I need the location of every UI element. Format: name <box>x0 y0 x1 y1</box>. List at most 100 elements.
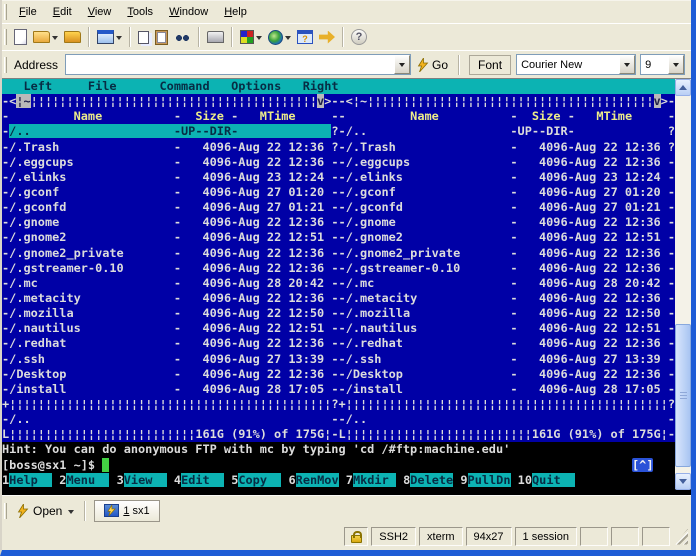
file-name[interactable]: /Desktop <box>9 367 66 381</box>
fkey-edit[interactable]: Edit <box>181 472 225 487</box>
address-combobox[interactable] <box>65 54 412 75</box>
print-button[interactable] <box>205 29 226 45</box>
file-name[interactable]: /.mozilla <box>346 306 410 320</box>
file-name[interactable]: /.ssh <box>9 352 45 366</box>
font-combobox[interactable]: Courier New <box>516 54 637 75</box>
file-name[interactable]: /.ssh <box>346 352 382 366</box>
find-button[interactable] <box>172 30 193 45</box>
file-name[interactable]: /.metacity <box>9 291 81 305</box>
colors-button[interactable] <box>238 28 264 46</box>
new-session-button[interactable] <box>12 27 29 47</box>
file-name[interactable]: /.gnome2 <box>346 230 403 244</box>
toolbar-gripper[interactable] <box>4 502 7 519</box>
copy-button[interactable] <box>136 29 151 46</box>
scroll-up-button[interactable] <box>675 79 691 96</box>
menu-item-view[interactable]: View <box>80 3 120 21</box>
file-name[interactable]: /.elinks <box>9 170 66 184</box>
file-name[interactable]: /.gconfd <box>346 200 403 214</box>
menu-item-help[interactable]: Help <box>216 3 255 21</box>
open-session-button[interactable] <box>62 29 83 45</box>
file-name[interactable]: /.nautilus <box>346 321 418 335</box>
file-name[interactable]: /.nautilus <box>9 321 81 335</box>
go-button[interactable]: Go <box>411 56 454 74</box>
file-up-dir[interactable]: /.. <box>346 124 367 138</box>
file-name[interactable]: /.gnome2_private <box>9 246 124 260</box>
file-name[interactable]: /.mc <box>9 276 38 290</box>
mc-menu-right[interactable]: Right <box>303 79 339 93</box>
mc-menu-left[interactable]: Left <box>23 79 52 93</box>
panels-toggle-badge[interactable]: [^] <box>632 457 654 472</box>
panel-history-back[interactable]: -< <box>339 94 353 108</box>
file-name[interactable]: /install <box>9 382 66 396</box>
fkey-help[interactable]: Help <box>9 472 53 487</box>
paste-button[interactable] <box>153 28 170 47</box>
menu-item-edit[interactable]: Edit <box>45 3 80 21</box>
file-name[interactable]: /.gnome2_private <box>346 246 461 260</box>
session-tab[interactable]: 1 sx1 <box>94 499 160 522</box>
file-name[interactable]: /.gstreamer-0.10 <box>346 261 461 275</box>
open-folder-button[interactable] <box>31 29 60 45</box>
file-name[interactable]: /.Trash <box>9 140 59 154</box>
file-name[interactable]: /.gconfd <box>9 200 66 214</box>
fkey-delete[interactable]: Delete <box>410 472 454 487</box>
mc-menu-file[interactable]: File <box>88 79 117 93</box>
fkey-view[interactable]: View <box>123 472 167 487</box>
file-name[interactable]: /Desktop <box>346 367 403 381</box>
file-name[interactable]: /.gconf <box>9 185 59 199</box>
file-name[interactable]: /.mc <box>346 276 375 290</box>
font-size-combobox[interactable]: 9 <box>640 54 686 75</box>
column-header-mtime[interactable]: MTime <box>238 109 324 123</box>
font-dropdown-button[interactable] <box>619 55 636 74</box>
file-name[interactable]: /.Trash <box>346 140 396 154</box>
file-name[interactable]: /.mozilla <box>9 306 73 320</box>
file-name[interactable]: /.gnome <box>346 215 396 229</box>
file-name[interactable]: /.redhat <box>346 336 403 350</box>
terminal-scrollbar[interactable] <box>675 79 691 490</box>
file-name[interactable]: /.eggcups <box>346 155 410 169</box>
panel-history-back[interactable]: -< <box>2 94 16 108</box>
file-name[interactable]: /.elinks <box>346 170 403 184</box>
file-name[interactable]: /.metacity <box>346 291 418 305</box>
mc-menu-options[interactable]: Options <box>231 79 281 93</box>
terminal-settings-button[interactable] <box>95 28 124 46</box>
menu-item-tools[interactable]: Tools <box>119 3 161 21</box>
panel-history-forward[interactable]: >- <box>661 94 675 108</box>
fkey-quit[interactable]: Quit <box>532 472 575 487</box>
column-header-size[interactable]: Size <box>518 109 568 123</box>
address-dropdown-button[interactable] <box>394 55 411 74</box>
mc-menu-command[interactable]: Command <box>160 79 210 93</box>
toolbar-gripper[interactable] <box>4 4 7 20</box>
send-button[interactable] <box>317 29 337 46</box>
file-name[interactable]: /.gnome2 <box>9 230 66 244</box>
open-button[interactable]: Open <box>11 502 80 520</box>
file-name[interactable]: /.gstreamer-0.10 <box>9 261 124 275</box>
terminal-screen[interactable]: Left File Command Options Right -<¦~¦¦¦¦¦… <box>2 78 691 495</box>
column-header-mtime[interactable]: MTime <box>575 109 661 123</box>
fkey-mkdir[interactable]: Mkdir <box>352 472 396 487</box>
font-size-dropdown-button[interactable] <box>668 55 685 74</box>
file-up-dir[interactable]: /.. <box>9 124 31 139</box>
panel-history-forward[interactable]: >- <box>324 94 338 108</box>
column-header-name[interactable]: Name <box>74 109 103 123</box>
panel-history-dropdown[interactable]: v <box>653 94 661 109</box>
file-name[interactable]: /.gnome <box>9 215 59 229</box>
fkey-copy[interactable]: Copy <box>238 472 282 487</box>
file-name[interactable]: /.gconf <box>346 185 396 199</box>
menu-item-window[interactable]: Window <box>161 3 216 21</box>
column-header-name[interactable]: Name <box>410 109 439 123</box>
globe-button[interactable] <box>266 28 293 47</box>
toolbar-gripper[interactable] <box>4 29 7 45</box>
scroll-down-button[interactable] <box>675 473 691 490</box>
fkey-menu[interactable]: Menu <box>66 472 110 487</box>
fkey-renmov[interactable]: RenMov <box>295 472 339 487</box>
toolbar-gripper[interactable] <box>4 56 7 73</box>
file-name[interactable]: /.redhat <box>9 336 66 350</box>
window-question-button[interactable]: ? <box>295 28 315 46</box>
file-name[interactable]: /install <box>346 382 403 396</box>
file-name[interactable]: /.eggcups <box>9 155 73 169</box>
resize-grip[interactable] <box>674 528 688 545</box>
help-button[interactable]: ? <box>349 27 369 47</box>
fkey-pulldn[interactable]: PullDn <box>467 472 511 487</box>
column-header-size[interactable]: Size <box>181 109 231 123</box>
scrollbar-thumb[interactable] <box>675 324 691 467</box>
